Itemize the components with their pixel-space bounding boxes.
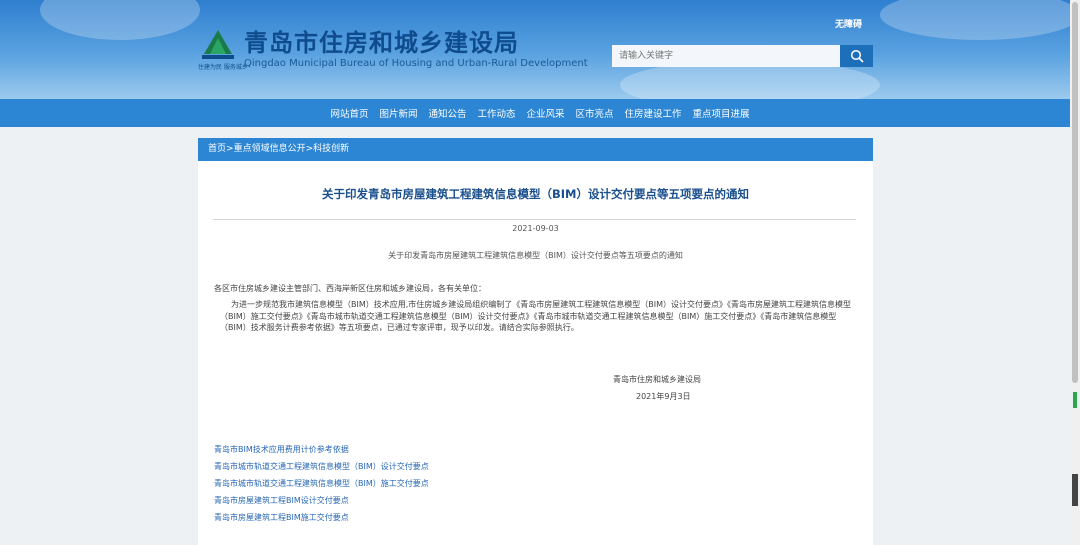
breadcrumb-separator: > xyxy=(226,144,234,154)
header-decoration xyxy=(40,0,200,40)
floating-widget[interactable] xyxy=(1073,392,1077,408)
attachment-link[interactable]: 青岛市房屋建筑工程BIM设计交付要点 xyxy=(214,492,429,509)
site-header: 住建为民 服务城乡 青岛市住房和城乡建设局 Qingdao Municipal … xyxy=(0,0,1080,99)
attachment-link[interactable]: 青岛市城市轨道交通工程建筑信息模型（BIM）施工交付要点 xyxy=(214,475,429,492)
attachment-link[interactable]: 青岛市城市轨道交通工程建筑信息模型（BIM）设计交付要点 xyxy=(214,458,429,475)
nav-item-district[interactable]: 区市亮点 xyxy=(576,106,614,120)
main-nav: 网站首页 图片新闻 通知公告 工作动态 企业风采 区市亮点 住房建设工作 重点项… xyxy=(0,99,1080,127)
breadcrumb-level2[interactable]: 科技创新 xyxy=(313,144,349,154)
header-decoration xyxy=(880,0,1080,40)
signature-organization: 青岛市住房和城乡建设局 xyxy=(613,375,701,384)
title-divider xyxy=(213,219,856,220)
signature-date: 2021年9月3日 xyxy=(636,392,691,401)
attachment-link[interactable]: 青岛市BIM技术应用费用计价参考依据 xyxy=(214,441,429,458)
nav-item-housing-work[interactable]: 住房建设工作 xyxy=(625,106,682,120)
nav-item-photo-news[interactable]: 图片新闻 xyxy=(379,106,417,120)
nav-item-notices[interactable]: 通知公告 xyxy=(428,106,466,120)
article-addressee: 各区市住房城乡建设主管部门、西海岸新区住房和城乡建设局，各有关单位： xyxy=(214,284,486,293)
attachment-link[interactable]: 青岛市房屋建筑工程BIM施工交付要点 xyxy=(214,509,429,526)
search-input[interactable] xyxy=(612,45,840,67)
logo-emblem-icon: 住建为民 服务城乡 xyxy=(198,28,248,72)
nav-item-work-news[interactable]: 工作动态 xyxy=(477,106,515,120)
nav-item-key-projects[interactable]: 重点项目进展 xyxy=(693,106,750,120)
breadcrumb-home[interactable]: 首页 xyxy=(208,144,226,154)
article-date: 2021-09-03 xyxy=(512,224,559,233)
article-panel: 关于印发青岛市房屋建筑工程建筑信息模型（BIM）设计交付要点等五项要点的通知 2… xyxy=(198,161,873,545)
scrollbar-thumb[interactable] xyxy=(1072,2,1078,383)
site-title-english: Qingdao Municipal Bureau of Housing and … xyxy=(244,58,588,69)
article-body: 为进一步规范我市建筑信息模型（BIM）技术应用,市住房城乡建设局组织编制了《青岛… xyxy=(220,300,852,332)
article-subtitle: 关于印发青岛市房屋建筑工程建筑信息模型（BIM）设计交付要点等五项要点的通知 xyxy=(388,251,683,260)
page-scrollbar[interactable] xyxy=(1070,0,1080,545)
accessibility-link[interactable]: 无障碍 xyxy=(835,17,862,30)
attachment-list: 青岛市BIM技术应用费用计价参考依据 青岛市城市轨道交通工程建筑信息模型（BIM… xyxy=(214,441,429,526)
search-bar xyxy=(612,45,873,67)
nav-item-enterprise[interactable]: 企业风采 xyxy=(527,106,565,120)
search-button[interactable] xyxy=(840,45,873,67)
search-icon xyxy=(850,49,864,63)
breadcrumb-separator: > xyxy=(305,144,314,154)
site-title: 青岛市住房和城乡建设局 xyxy=(244,29,519,57)
nav-item-home[interactable]: 网站首页 xyxy=(330,106,368,120)
article-title: 关于印发青岛市房屋建筑工程建筑信息模型（BIM）设计交付要点等五项要点的通知 xyxy=(322,187,749,201)
floating-widget[interactable] xyxy=(1072,474,1078,506)
breadcrumb: 首页>重点领域信息公开>科技创新 xyxy=(198,138,873,161)
site-logo[interactable]: 住建为民 服务城乡 青岛市住房和城乡建设局 Qingdao Municipal … xyxy=(198,28,588,72)
breadcrumb-level1[interactable]: 重点领域信息公开 xyxy=(234,144,306,154)
logo-slogan: 住建为民 服务城乡 xyxy=(198,64,248,71)
